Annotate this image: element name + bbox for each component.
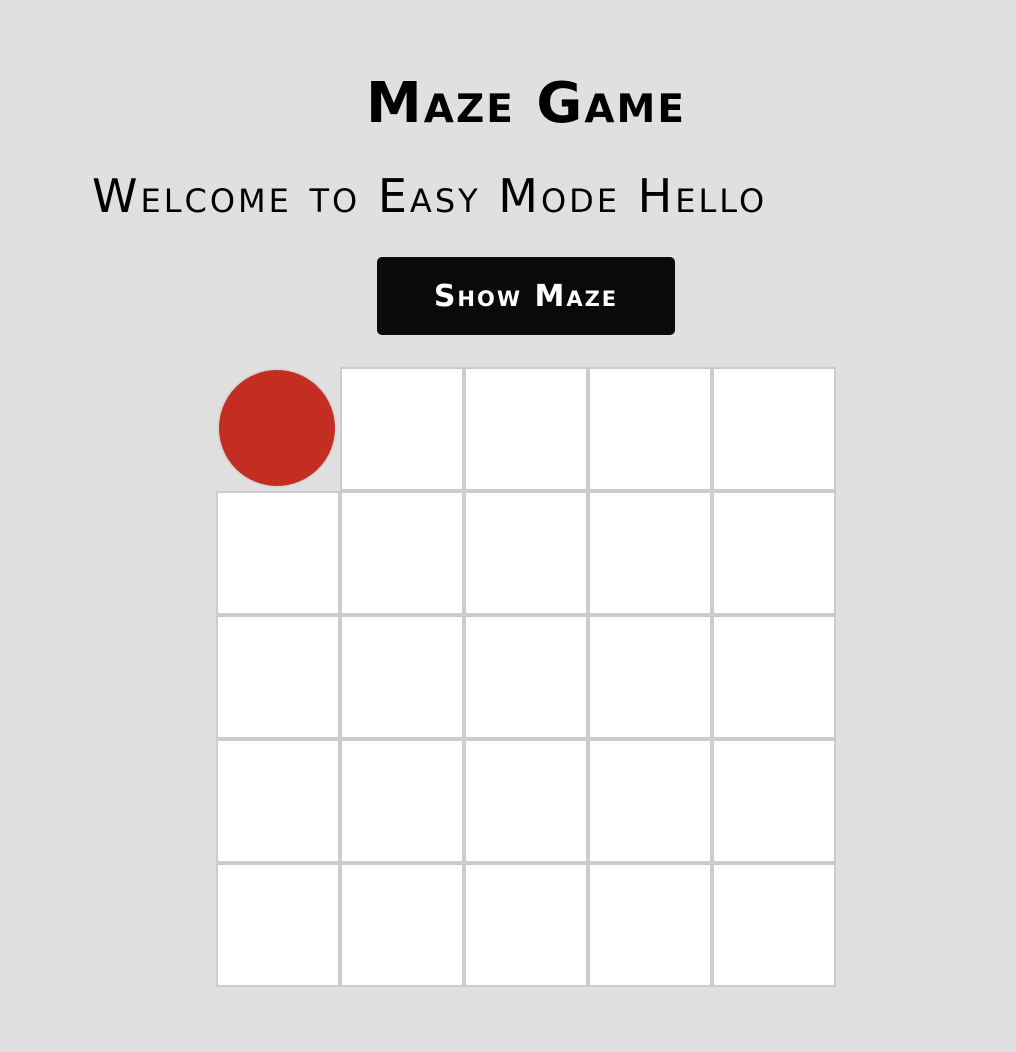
maze-cell[interactable] <box>340 491 464 615</box>
maze-cell[interactable] <box>340 863 464 987</box>
maze-cell[interactable] <box>588 367 712 491</box>
maze-cell[interactable] <box>464 863 588 987</box>
maze-cell[interactable] <box>340 367 464 491</box>
maze-cell[interactable] <box>464 491 588 615</box>
page-title: Maze Game <box>366 70 686 136</box>
maze-cell[interactable] <box>340 615 464 739</box>
maze-cell[interactable] <box>712 615 836 739</box>
maze-cell[interactable] <box>216 615 340 739</box>
maze-cell[interactable] <box>216 367 340 491</box>
maze-cell[interactable] <box>216 491 340 615</box>
maze-cell[interactable] <box>464 367 588 491</box>
maze-cell[interactable] <box>712 367 836 491</box>
show-maze-button[interactable]: Show Maze <box>377 257 675 335</box>
maze-cell[interactable] <box>464 739 588 863</box>
maze-cell[interactable] <box>588 491 712 615</box>
welcome-message: Welcome to Easy Mode Hello <box>92 169 768 223</box>
maze-cell[interactable] <box>588 615 712 739</box>
maze-cell[interactable] <box>464 615 588 739</box>
maze-grid <box>216 367 836 987</box>
maze-cell[interactable] <box>216 739 340 863</box>
maze-cell[interactable] <box>588 739 712 863</box>
maze-cell[interactable] <box>588 863 712 987</box>
maze-cell[interactable] <box>216 863 340 987</box>
maze-cell[interactable] <box>712 863 836 987</box>
player-ball[interactable] <box>217 368 337 488</box>
maze-cell[interactable] <box>712 739 836 863</box>
maze-cell[interactable] <box>712 491 836 615</box>
maze-cell[interactable] <box>340 739 464 863</box>
